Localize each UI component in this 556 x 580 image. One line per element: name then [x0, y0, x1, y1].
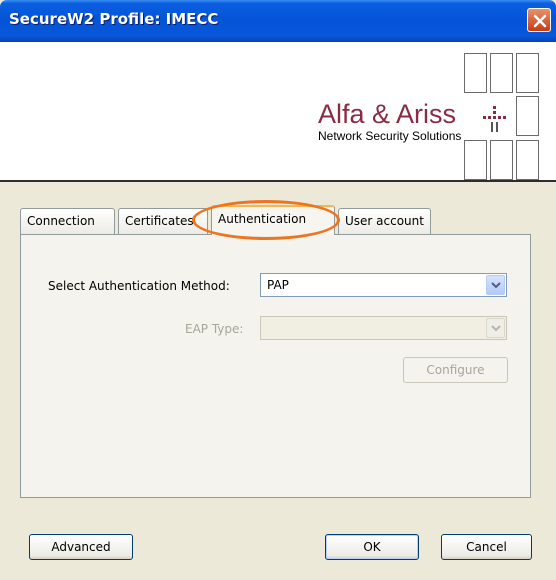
banner-box — [464, 53, 487, 93]
eap-type-label: EAP Type: — [185, 322, 244, 336]
banner-box — [516, 53, 539, 93]
cancel-button[interactable]: Cancel — [441, 534, 532, 560]
dropdown-button[interactable] — [486, 275, 505, 295]
authentication-panel: Select Authentication Method: PAP EAP Ty… — [20, 234, 531, 498]
window-title: SecureW2 Profile: IMECC — [9, 10, 219, 28]
dropdown-button[interactable] — [486, 318, 505, 338]
logo-dots-icon — [483, 106, 506, 132]
vendor-tagline: Network Security Solutions — [318, 129, 462, 143]
authentication-method-select[interactable]: PAP — [260, 273, 507, 297]
tab-user-account[interactable]: User account — [338, 208, 431, 234]
vendor-logo-text: Alfa & Ariss — [318, 99, 457, 129]
title-bar[interactable]: SecureW2 Profile: IMECC — [0, 0, 556, 42]
method-value: PAP — [267, 278, 289, 292]
close-icon — [533, 14, 547, 28]
chevron-down-icon — [491, 325, 501, 332]
vendor-banner: Alfa & Ariss Network Security Solutions — [0, 42, 556, 182]
chevron-down-icon — [491, 282, 501, 289]
tab-authentication[interactable]: Authentication — [211, 205, 335, 235]
eap-type-select[interactable] — [260, 316, 507, 340]
banner-box — [490, 140, 513, 180]
tab-connection[interactable]: Connection — [20, 208, 115, 234]
method-label: Select Authentication Method: — [48, 279, 230, 293]
advanced-button[interactable]: Advanced — [29, 534, 133, 560]
profile-dialog: SecureW2 Profile: IMECC Alfa & Ariss Net… — [0, 0, 556, 580]
close-button[interactable] — [527, 8, 551, 32]
tab-certificates[interactable]: Certificates — [118, 208, 208, 234]
banner-box — [464, 140, 487, 180]
banner-box — [490, 53, 513, 93]
banner-box — [516, 140, 539, 180]
configure-button[interactable]: Configure — [403, 357, 508, 383]
banner-box — [516, 96, 539, 136]
ok-button[interactable]: OK — [325, 534, 419, 560]
